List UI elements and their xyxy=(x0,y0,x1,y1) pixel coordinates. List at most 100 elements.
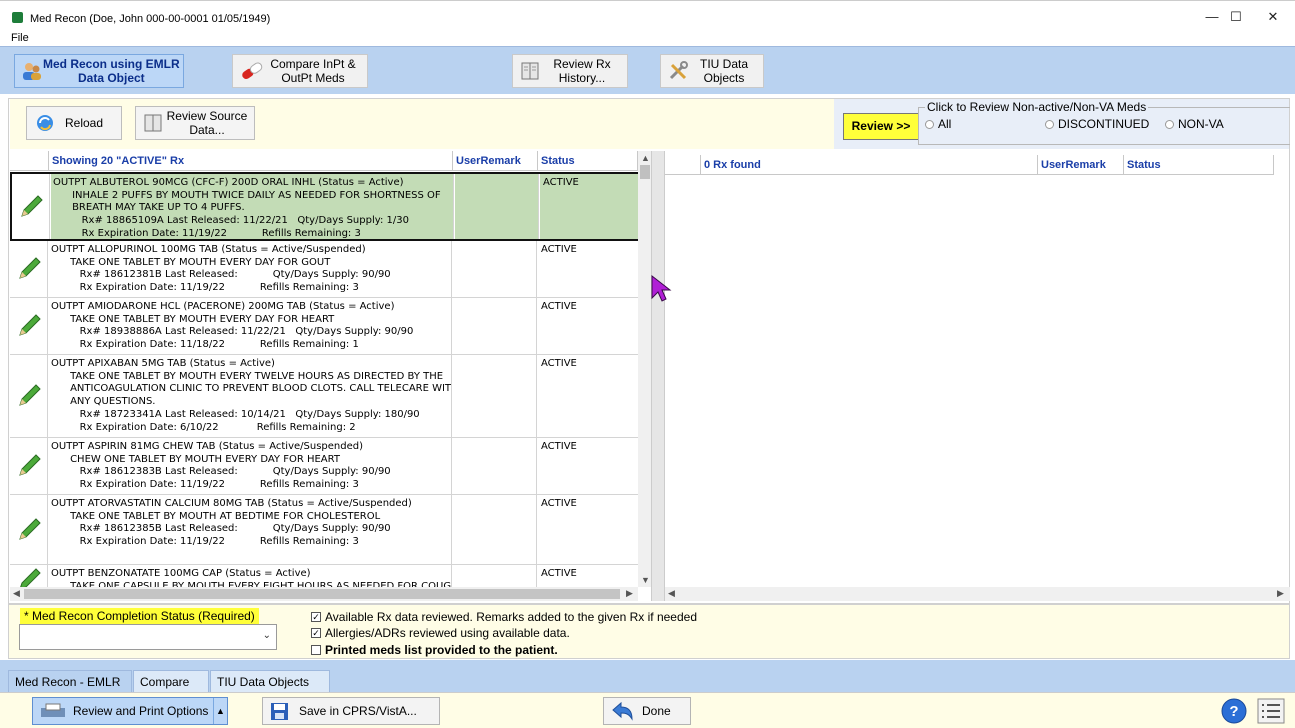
table-row[interactable]: OUTPT ALBUTEROL 90MCG (CFC-F) 200D ORAL … xyxy=(10,172,640,241)
rx-status: ACTIVE xyxy=(541,498,577,509)
table-row[interactable]: OUTPT AMIODARONE HCL (PACERONE) 200MG TA… xyxy=(10,298,638,355)
chevron-down-icon: ⌄ xyxy=(262,630,271,641)
rx-description: OUTPT APIXABAN 5MG TAB (Status = Active)… xyxy=(49,355,452,437)
reload-icon xyxy=(37,115,53,131)
rx-user-remark[interactable] xyxy=(453,298,537,354)
checkbox-allergies-label: Allergies/ADRs reviewed using available … xyxy=(325,626,570,640)
users-icon xyxy=(23,63,41,80)
grid-header-icon xyxy=(665,155,701,175)
scroll-thumb[interactable] xyxy=(24,589,620,599)
checkbox-unchecked[interactable] xyxy=(311,645,321,655)
rx-status: ACTIVE xyxy=(541,301,577,312)
scroll-thumb[interactable] xyxy=(640,165,650,179)
rx-user-remark[interactable] xyxy=(455,174,539,239)
scroll-left-icon[interactable]: ◀ xyxy=(668,588,675,599)
done-button[interactable]: Done xyxy=(603,697,691,725)
review-print-label: Review and Print Options xyxy=(73,704,209,718)
table-row[interactable]: OUTPT APIXABAN 5MG TAB (Status = Active)… xyxy=(10,355,638,438)
radio-all-label: All xyxy=(938,117,952,131)
review-rx-history-button[interactable]: Review Rx History... xyxy=(512,54,628,88)
radio-discontinued[interactable]: DISCONTINUED xyxy=(1045,117,1149,131)
rx-status: ACTIVE xyxy=(541,441,577,452)
pane-splitter[interactable] xyxy=(652,151,664,601)
active-rx-grid: Showing 20 "ACTIVE" Rx UserRemark Status… xyxy=(10,151,652,601)
edit-pencil-icon[interactable] xyxy=(10,298,48,354)
checkbox-checked[interactable]: ✓ xyxy=(311,628,321,638)
close-button[interactable]: ✕ xyxy=(1258,7,1288,27)
rx-user-remark[interactable] xyxy=(453,241,537,297)
save-cprs-label: Save in CPRS/VistA... xyxy=(299,704,417,718)
rx-description: OUTPT AMIODARONE HCL (PACERONE) 200MG TA… xyxy=(49,298,452,354)
scroll-down-icon[interactable]: ▼ xyxy=(641,575,650,585)
grid-header-rx[interactable]: Showing 20 "ACTIVE" Rx xyxy=(49,151,453,171)
svg-text:?: ? xyxy=(1229,703,1238,720)
tiu-data-objects-button[interactable]: TIU Data Objects xyxy=(660,54,764,88)
radio-discontinued-label: DISCONTINUED xyxy=(1058,117,1150,131)
save-cprs-button[interactable]: Save in CPRS/VistA... xyxy=(262,697,440,725)
help-icon[interactable]: ? xyxy=(1220,697,1248,725)
maximize-button[interactable]: ☐ xyxy=(1221,7,1251,27)
right-horizontal-scrollbar[interactable]: ◀ ▶ xyxy=(665,587,1290,601)
review-print-options-button[interactable]: Review and Print Options ▲ xyxy=(32,697,228,725)
rx-description: OUTPT ALBUTEROL 90MCG (CFC-F) 200D ORAL … xyxy=(51,174,454,239)
tab-tiu-data-objects[interactable]: TIU Data Objects xyxy=(210,670,330,692)
checkbox-checked[interactable]: ✓ xyxy=(311,612,321,622)
edit-pencil-icon[interactable] xyxy=(10,495,48,564)
radio-nonva-label: NON-VA xyxy=(1178,117,1224,131)
scroll-right-icon[interactable]: ▶ xyxy=(1277,588,1284,599)
grid-header-rx-found[interactable]: 0 Rx found xyxy=(701,155,1038,175)
review-source-data-button[interactable]: Review Source Data... xyxy=(135,106,255,140)
grid-header-remark[interactable]: UserRemark xyxy=(453,151,538,171)
menu-file[interactable]: File xyxy=(11,32,29,44)
scroll-left-icon[interactable]: ◀ xyxy=(13,588,20,599)
scroll-up-icon[interactable]: ▲ xyxy=(641,153,650,163)
grid-header-status[interactable]: Status xyxy=(1124,155,1274,175)
left-vertical-scrollbar[interactable]: ▲ ▼ xyxy=(638,151,651,587)
checkbox-printed-list[interactable]: Printed meds list provided to the patien… xyxy=(311,643,558,657)
grid-header-status[interactable]: Status xyxy=(538,151,638,171)
review-rx-history-label: Review Rx History... xyxy=(553,57,611,85)
radio-all[interactable]: All xyxy=(925,117,951,131)
rx-description: OUTPT ASPIRIN 81MG CHEW TAB (Status = Ac… xyxy=(49,438,452,494)
edit-pencil-icon[interactable] xyxy=(10,355,48,437)
back-arrow-icon xyxy=(612,701,633,721)
cursor-icon xyxy=(651,274,672,302)
rx-description: OUTPT ATORVASTATIN CALCIUM 80MG TAB (Sta… xyxy=(49,495,452,564)
tools-icon xyxy=(669,61,688,80)
table-row[interactable]: OUTPT ASPIRIN 81MG CHEW TAB (Status = Ac… xyxy=(10,438,638,495)
checkbox-rx-reviewed-label: Available Rx data reviewed. Remarks adde… xyxy=(325,610,697,624)
scroll-right-icon[interactable]: ▶ xyxy=(626,588,633,599)
edit-pencil-icon[interactable] xyxy=(10,438,48,494)
list-menu-icon[interactable] xyxy=(1256,697,1286,725)
left-horizontal-scrollbar[interactable]: ◀ ▶ xyxy=(10,587,638,601)
action-bar xyxy=(10,99,834,149)
rx-user-remark[interactable] xyxy=(453,495,537,564)
menu-bar: File xyxy=(0,32,1295,46)
rx-user-remark[interactable] xyxy=(453,355,537,437)
compare-meds-button[interactable]: Compare InPt & OutPt Meds xyxy=(232,54,368,88)
grid-header-remark[interactable]: UserRemark xyxy=(1038,155,1124,175)
tab-med-recon-emlr[interactable]: Med Recon - EMLR xyxy=(8,670,132,692)
printer-icon xyxy=(41,703,65,717)
review-button[interactable]: Review >> xyxy=(843,113,919,140)
review-source-label: Review Source Data... xyxy=(166,109,248,137)
tab-compare[interactable]: Compare xyxy=(133,670,209,692)
reload-label: Reload xyxy=(65,116,104,130)
reload-button[interactable]: Reload xyxy=(26,106,122,140)
rx-user-remark[interactable] xyxy=(453,438,537,494)
edit-pencil-icon[interactable] xyxy=(10,241,48,297)
checkbox-rx-reviewed[interactable]: ✓ Available Rx data reviewed. Remarks add… xyxy=(311,610,697,624)
pill-icon xyxy=(242,62,263,80)
med-recon-emlr-button[interactable]: Med Recon using EMLR Data Object xyxy=(14,54,184,88)
checkbox-allergies-reviewed[interactable]: ✓ Allergies/ADRs reviewed using available… xyxy=(311,626,570,640)
radio-nonva[interactable]: NON-VA xyxy=(1165,117,1224,131)
completion-status-select[interactable]: ⌄ xyxy=(19,624,277,650)
book-icon xyxy=(144,114,162,132)
title-bar: Med Recon (Doe, John 000-00-0001 01/05/1… xyxy=(0,0,1295,32)
table-row[interactable]: OUTPT ALLOPURINOL 100MG TAB (Status = Ac… xyxy=(10,241,638,298)
table-row[interactable]: OUTPT ATORVASTATIN CALCIUM 80MG TAB (Sta… xyxy=(10,495,638,565)
chevron-up-icon[interactable]: ▲ xyxy=(213,698,227,724)
rx-status: ACTIVE xyxy=(541,244,577,255)
completion-status-label-text: * Med Recon Completion Status xyxy=(24,609,199,623)
edit-pencil-icon[interactable] xyxy=(12,174,50,239)
